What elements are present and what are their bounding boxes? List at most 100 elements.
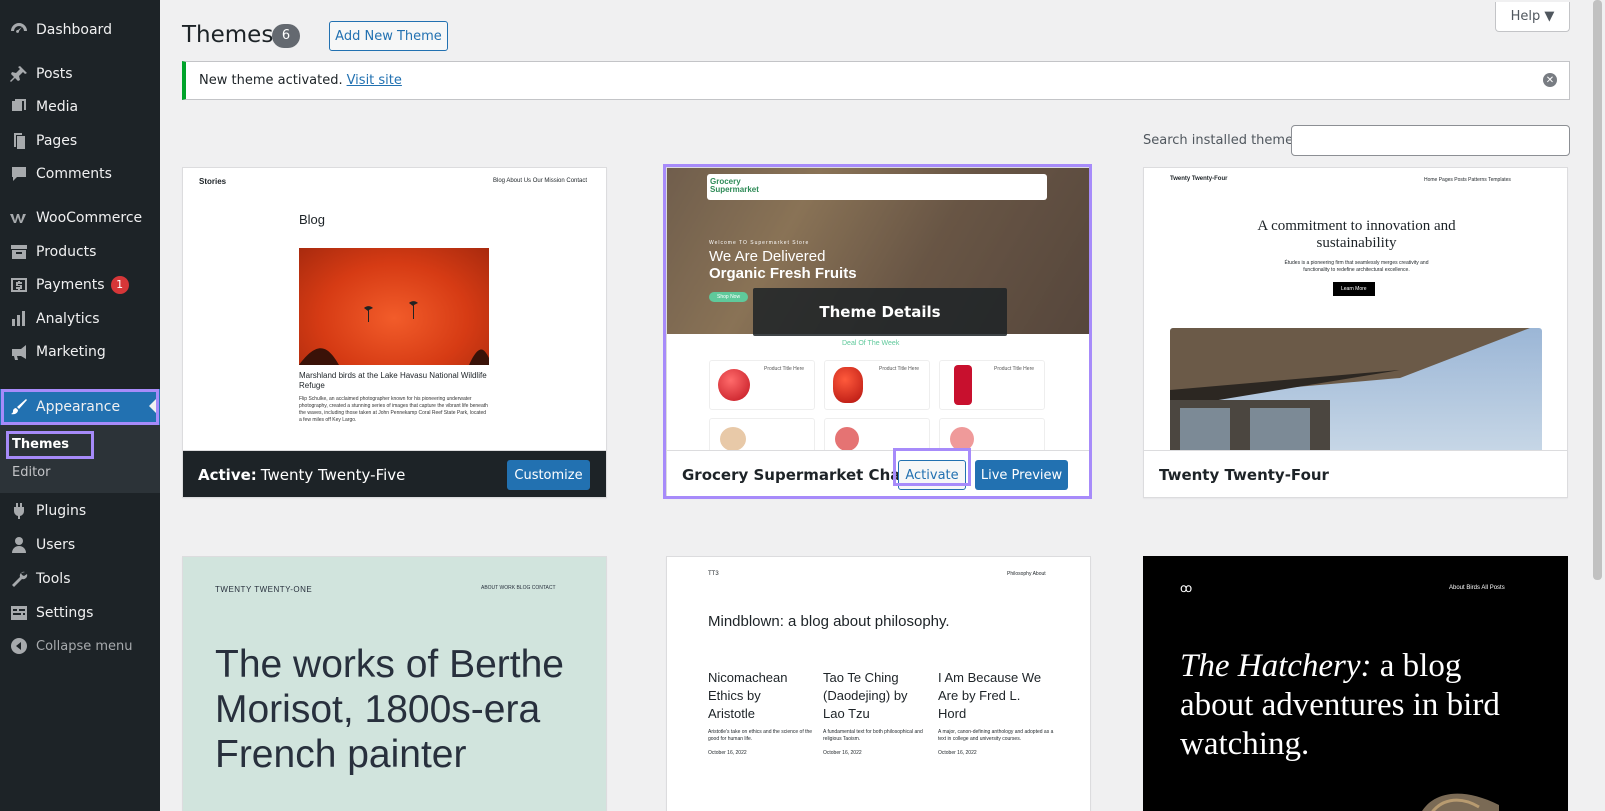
preview-brand: TWENTY TWENTY-ONE: [215, 585, 313, 594]
menu-products[interactable]: Products: [0, 235, 160, 269]
theme-screenshot[interactable]: Twenty Twenty-Four Home Pages Posts Patt…: [1144, 168, 1567, 450]
theme-name-bar: Twenty Twenty-Four: [1144, 450, 1567, 497]
preview-line2: Organic Fresh Fruits: [709, 265, 857, 282]
theme-screenshot[interactable]: TT3 Philosophy About Mindblown: a blog a…: [667, 557, 1090, 811]
menu-payments[interactable]: Payments 1: [0, 268, 160, 302]
theme-name: Twenty Twenty-Five: [260, 465, 406, 484]
preview-deal-heading: Deal Of The Week: [842, 340, 900, 347]
preview-line1: We Are Delivered: [709, 248, 826, 265]
preview-product-title: Product Title Here: [764, 366, 805, 372]
preview-brand: Twenty Twenty-Four: [1170, 176, 1228, 182]
theme-screenshot[interactable]: Grocery Supermarket Welcome TO Supermark…: [667, 168, 1090, 450]
customize-button[interactable]: Customize: [507, 460, 590, 490]
preview-welcome: Welcome TO Supermarket Store: [709, 240, 810, 246]
menu-plugins[interactable]: Plugins: [0, 494, 160, 528]
preview-shop-button: Shop Now: [709, 292, 749, 302]
live-preview-button[interactable]: Live Preview: [975, 460, 1068, 490]
wrench-icon: [8, 568, 30, 590]
theme-name-bar: Grocery Supermarket Chain Activate Live …: [667, 450, 1090, 497]
menu-dashboard[interactable]: Dashboard: [0, 13, 160, 47]
preview-product-title: Product Title Here: [879, 366, 920, 372]
menu-label: Analytics: [36, 311, 100, 327]
user-icon: [8, 534, 30, 556]
preview-nav: ABOUT WORK BLOG CONTACT: [481, 585, 556, 591]
preview-product-title: Product Title Here: [994, 366, 1035, 372]
media-icon: [8, 96, 30, 118]
theme-screenshot[interactable]: Stories Blog About Us Our Mission Contac…: [183, 168, 606, 450]
menu-marketing[interactable]: Marketing: [0, 335, 160, 369]
menu-label: Products: [36, 244, 97, 260]
highlight-outline: [893, 448, 971, 486]
success-notice: New theme activated. Visit site ✕: [182, 61, 1570, 100]
preview-sub: Études is a pioneering firm that seamles…: [1284, 260, 1429, 273]
menu-settings[interactable]: Settings: [0, 596, 160, 630]
visit-site-link[interactable]: Visit site: [347, 73, 402, 88]
help-tab-button[interactable]: Help ▼: [1495, 2, 1570, 32]
notification-badge: 1: [110, 276, 129, 294]
theme-card-twenty-twenty-four[interactable]: Twenty Twenty-Four Home Pages Posts Patt…: [1143, 167, 1568, 498]
preview-caption: Marshland birds at the Lake Havasu Natio…: [299, 371, 487, 390]
menu-pages[interactable]: Pages: [0, 124, 160, 158]
menu-label: Payments: [36, 277, 105, 293]
menu-tools[interactable]: Tools: [0, 562, 160, 596]
settings-icon: [8, 602, 30, 624]
highlight-outline: [6, 431, 94, 459]
notice-text: New theme activated.: [199, 73, 343, 88]
preview-nav: About Birds All Posts: [1449, 585, 1505, 591]
theme-card-grocery-supermarket-chain[interactable]: Grocery Supermarket Welcome TO Supermark…: [666, 167, 1091, 498]
add-new-theme-button[interactable]: Add New Theme: [329, 21, 448, 51]
theme-name-bar: Active: Twenty Twenty-Five Customize: [183, 450, 606, 497]
menu-label: Media: [36, 99, 79, 115]
preview-logo-icon: ꝏ: [1180, 581, 1193, 595]
bar-chart-icon: [8, 308, 30, 330]
theme-screenshot[interactable]: TWENTY TWENTY-ONE ABOUT WORK BLOG CONTAC…: [183, 557, 606, 811]
megaphone-icon: [8, 341, 30, 363]
theme-card-twenty-twenty-three[interactable]: TT3 Philosophy About Mindblown: a blog a…: [666, 556, 1091, 811]
preview-post-title: I Am Because We Are by Fred L. Hord: [938, 670, 1042, 721]
preview-image: [299, 248, 489, 365]
preview-heading: Blog: [299, 212, 326, 227]
menu-label: Posts: [36, 66, 73, 82]
menu-woocommerce[interactable]: WooCommerce: [0, 201, 160, 235]
menu-label: Collapse menu: [36, 638, 133, 654]
menu-analytics[interactable]: Analytics: [0, 302, 160, 336]
preview-post-date: October 16, 2022: [823, 750, 862, 756]
search-themes-input[interactable]: [1291, 125, 1570, 156]
active-label: Active:: [198, 465, 257, 484]
theme-details-button[interactable]: Theme Details: [753, 288, 1007, 336]
collapse-menu-button[interactable]: Collapse menu: [0, 629, 160, 663]
menu-comments[interactable]: Comments: [0, 157, 160, 191]
woo-icon: [8, 207, 30, 229]
preview-post-title: Nicomachean Ethics by Aristotle: [708, 670, 788, 721]
theme-screenshot[interactable]: ꝏ About Birds All Posts The Hatchery: a …: [1144, 557, 1567, 811]
menu-label: Tools: [36, 571, 71, 587]
comment-icon: [8, 163, 30, 185]
theme-card-twenty-twenty-two[interactable]: ꝏ About Birds All Posts The Hatchery: a …: [1143, 556, 1568, 811]
archive-icon: [8, 241, 30, 263]
theme-card-twenty-twenty-five[interactable]: Stories Blog About Us Our Mission Contac…: [182, 167, 607, 498]
preview-post-desc: Aristotle's take on ethics and the scien…: [708, 729, 813, 742]
preview-heading: A commitment to innovation and sustainab…: [1257, 218, 1456, 251]
preview-bird-wing: [1422, 793, 1499, 811]
dismiss-notice-icon[interactable]: ✕: [1543, 73, 1557, 87]
admin-sidebar: Dashboard Posts Media Pages Comments Woo…: [0, 0, 160, 811]
preview-product-card: [939, 418, 1045, 450]
menu-posts[interactable]: Posts: [0, 57, 160, 91]
preview-post-date: October 16, 2022: [938, 750, 977, 756]
scrollbar-thumb[interactable]: [1593, 0, 1602, 580]
pages-icon: [8, 130, 30, 152]
menu-label: Pages: [36, 133, 78, 149]
preview-heading: The Hatchery: a blog about adventures in…: [1180, 647, 1510, 764]
theme-card-twenty-twenty-one[interactable]: TWENTY TWENTY-ONE ABOUT WORK BLOG CONTAC…: [182, 556, 607, 811]
preview-product-card: [709, 418, 815, 450]
menu-media[interactable]: Media: [0, 90, 160, 124]
preview-nav: Philosophy About: [1007, 571, 1046, 577]
menu-label: Users: [36, 537, 76, 553]
preview-brand: Stories: [199, 177, 227, 186]
page-scrollbar[interactable]: [1590, 0, 1605, 811]
menu-users[interactable]: Users: [0, 528, 160, 562]
preview-nav: Home Pages Posts Patterns Templates: [1424, 177, 1511, 183]
submenu-editor[interactable]: Editor: [12, 465, 50, 480]
preview-body: Flip Schulke, an acclaimed photographer …: [299, 396, 488, 423]
menu-label: Plugins: [36, 503, 87, 519]
